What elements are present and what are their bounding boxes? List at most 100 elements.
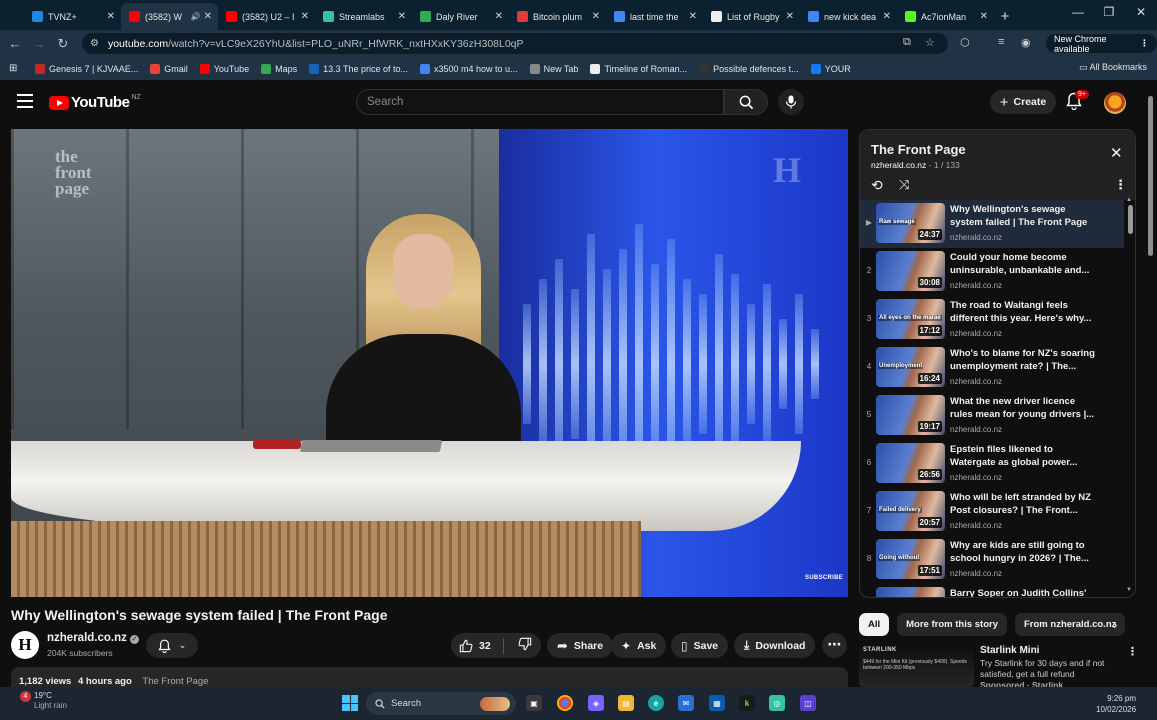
extensions-icon[interactable]: ⬡ [960,36,970,49]
profile-icon[interactable]: ◉ [1021,36,1031,49]
playlist-thumbnail[interactable]: 19:17 [876,395,945,435]
tab-close-icon[interactable]: ✕ [495,11,503,22]
scroll-up-icon[interactable]: ▲ [1126,197,1132,203]
playlist-item[interactable]: 4 Unemployment 16:24 Who's to blame for NZ'… [860,344,1124,392]
ad-menu-icon[interactable]: ⋮ [1127,645,1138,658]
playlist-thumbnail[interactable]: All eyes on the marae 17:12 [876,299,945,339]
playlist-thumbnail[interactable]: Going without 17:51 [876,539,945,579]
all-bookmarks-button[interactable]: ▭ All Bookmarks [1079,62,1147,73]
bookmark-item[interactable]: 13.3 The price of to... [309,63,408,74]
taskbar-search[interactable]: Search [366,692,516,715]
playlist-thumbnail[interactable]: Unemployment 16:24 [876,347,945,387]
address-bar[interactable]: ⚙ youtube.com/watch?v=vLC9eX26YhU&list=P… [82,33,948,54]
browser-tab[interactable]: new kick dea ✕ [800,3,897,30]
channel-name-link[interactable]: nzherald.co.nz ✓ [47,632,139,644]
back-icon[interactable]: ← [3,36,27,51]
system-clock[interactable]: 9:26 pm 10/02/2026 [1096,693,1136,715]
shuffle-icon[interactable]: ⤨ [899,177,909,193]
youtube-logo[interactable]: YouTube NZ [49,94,141,111]
playlist-thumbnail[interactable]: 26:56 [876,443,945,483]
apps-grid-icon[interactable]: ⊞ [9,63,23,74]
playlist-thumbnail[interactable] [876,587,945,597]
bookmark-item[interactable]: Possible defences t... [699,63,799,74]
playlist-title[interactable]: The Front Page [871,142,966,157]
browser-tab[interactable]: Bitcoin plum ✕ [509,3,606,30]
playlist-item[interactable]: 5 19:17 What the new driver licence rules … [860,392,1124,440]
more-actions-button[interactable]: ⋯ [822,633,847,658]
bookmark-item[interactable]: Timeline of Roman... [590,63,687,74]
ad-thumbnail[interactable]: STARLINK $449 for the Mini Kit (previous… [859,644,974,687]
browser-tab[interactable]: Streamlabs ✕ [315,3,412,30]
playlist-item[interactable]: 2 30:08 Could your home become uninsurable… [860,248,1124,296]
tab-close-icon[interactable]: ✕ [301,11,309,22]
ad-title[interactable]: Starlink Mini [980,645,1039,656]
dislike-button[interactable] [518,637,532,654]
create-button[interactable]: + Create [990,90,1056,114]
browser-tab[interactable]: TVNZ+ ✕ [24,3,121,30]
weather-widget[interactable]: 4 19°C Light rain [12,691,67,711]
loop-icon[interactable]: ⟲ [871,177,883,194]
scroll-down-icon[interactable]: ▼ [1126,587,1132,593]
browser-tab[interactable]: List of Rugby ✕ [703,3,800,30]
voice-search-button[interactable] [778,89,804,115]
playlist-thumbnail[interactable]: Failed delivery 20:57 [876,491,945,531]
playlist-item[interactable]: 6 26:56 Epstein files likened to Watergate… [860,440,1124,488]
bookmark-item[interactable]: Maps [261,63,297,74]
close-window-icon[interactable]: ✕ [1131,5,1151,19]
playlist-item[interactable]: ▶ Raw sewage 24:37 Why Wellington's sewage … [860,200,1124,248]
subscribe-overlay[interactable]: SUBSCRIBE [805,575,843,581]
hamburger-menu-icon[interactable] [17,94,33,108]
description-box[interactable]: 1,182 views 4 hours ago The Front Page [11,667,848,687]
browser-tab[interactable]: Daly River ✕ [412,3,509,30]
kick-taskbar-icon[interactable]: k [739,695,755,711]
video-tag[interactable]: The Front Page [142,676,208,687]
new-chrome-available-button[interactable]: New Chrome available ⋮ [1046,34,1157,54]
playlist-item[interactable]: 8 Going without 17:51 Why are kids are stil… [860,536,1124,584]
bookmark-item[interactable]: Gmail [150,63,188,74]
task-view-icon[interactable]: ▣ [526,695,542,711]
app-taskbar-icon[interactable]: ◫ [800,695,816,711]
filter-chip[interactable]: All [859,613,890,636]
share-button[interactable]: ➦ Share [547,633,614,658]
new-tab-button[interactable]: + [994,3,1016,30]
minimize-icon[interactable]: — [1068,5,1088,19]
save-button[interactable]: ▯ Save [671,633,729,658]
playlist-channel[interactable]: nzherald.co.nz [871,160,926,170]
playlist-thumbnail[interactable]: Raw sewage 24:37 [876,203,945,243]
like-button[interactable]: 32 [451,633,491,658]
bookmark-item[interactable]: YouTube [199,63,249,74]
playlist-item[interactable]: 7 Failed delivery 20:57 Who will be left st… [860,488,1124,536]
tab-close-icon[interactable]: ✕ [689,11,697,22]
tab-close-icon[interactable]: ✕ [204,11,212,22]
browser-tab[interactable]: last time the ✕ [606,3,703,30]
bookmark-star-icon[interactable]: ☆ [925,36,935,49]
reload-icon[interactable]: ↻ [51,36,75,52]
browser-tab[interactable]: (3582) W 🔊 ✕ [121,3,218,30]
store-taskbar-icon[interactable]: ▦ [709,695,725,711]
maximize-icon[interactable]: ❐ [1099,5,1119,19]
browser-tab[interactable]: (3582) U2 – I ✕ [218,3,315,30]
video-player[interactable]: the front page H SUBSCRIBE [11,129,848,597]
bookmark-item[interactable]: Genesis 7 | KJVAAE... [35,63,138,74]
playlist-thumbnail[interactable]: 30:08 [876,251,945,291]
playlist-item[interactable]: 3 All eyes on the marae 17:12 The road to W… [860,296,1124,344]
tab-close-icon[interactable]: ✕ [883,11,891,22]
subscription-bell-button[interactable]: ⌄ [146,633,198,658]
channel-avatar[interactable]: H [11,631,39,659]
edge-taskbar-icon[interactable]: e [648,695,664,711]
bookmark-item[interactable]: New Tab [529,63,578,74]
ask-button[interactable]: ✦ Ask [611,633,667,658]
chrome-taskbar-icon[interactable] [557,695,573,711]
playlist-menu-icon[interactable]: ⋮ [1114,177,1127,193]
forward-icon[interactable]: → [27,36,51,51]
account-avatar[interactable] [1104,92,1126,114]
file-explorer-icon[interactable]: ▤ [618,695,634,711]
tab-close-icon[interactable]: ✕ [980,11,988,22]
playlist-item[interactable]: Barry Soper on Judith Collins' [860,584,1124,597]
tab-close-icon[interactable]: ✕ [398,11,406,22]
tab-close-icon[interactable]: ✕ [786,11,794,22]
playlist-scrollbar[interactable] [1128,205,1133,234]
streamlabs-taskbar-icon[interactable]: ◎ [769,695,785,711]
start-button[interactable] [342,695,358,711]
close-icon[interactable]: ✕ [1110,144,1123,162]
